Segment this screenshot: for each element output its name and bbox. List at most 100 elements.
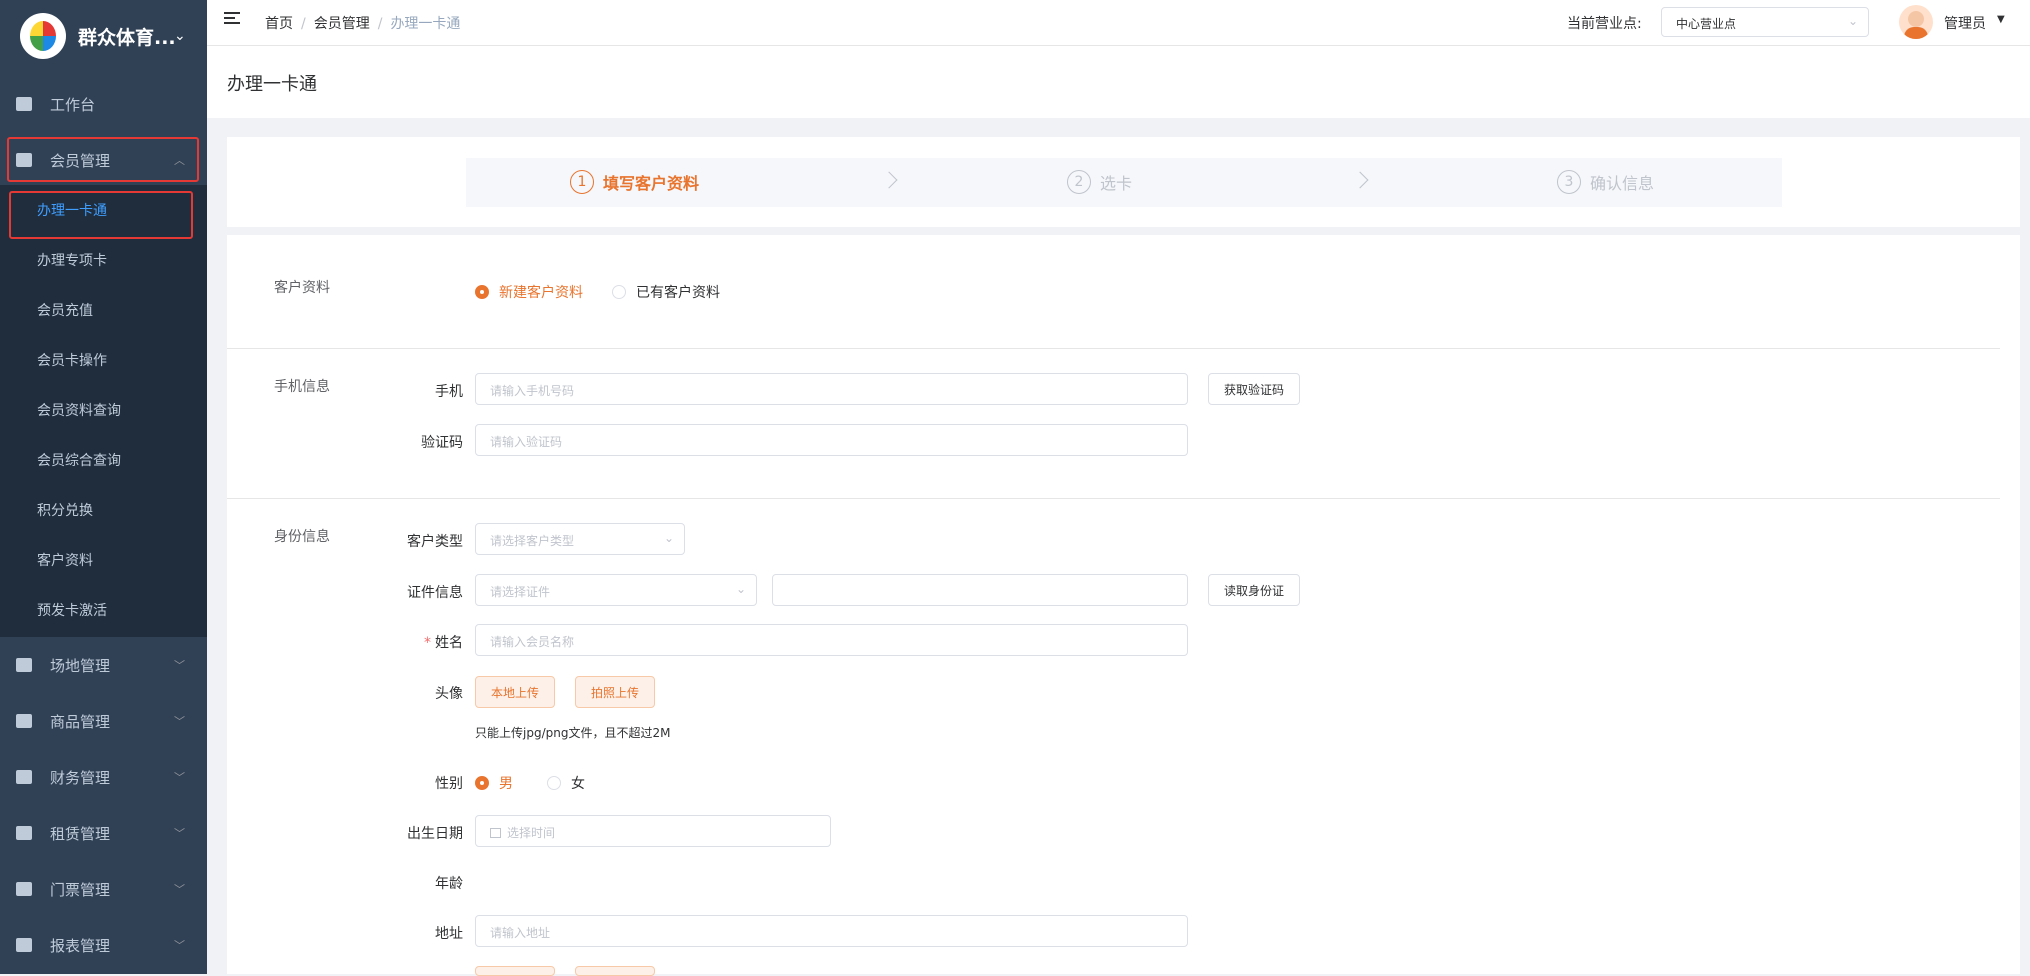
radio-existing-customer[interactable]: 已有客户资料	[612, 282, 720, 302]
page-header: 办理一卡通	[207, 46, 2030, 118]
highlight-box-one-card	[9, 191, 193, 239]
radio-new-customer[interactable]: 新建客户资料	[475, 282, 583, 302]
radio-dot	[475, 776, 489, 790]
submenu-item-combined-query[interactable]: 会员综合查询	[0, 435, 207, 485]
submenu-item-special-card[interactable]: 办理专项卡	[0, 235, 207, 285]
outlet-label: 当前营业点:	[1567, 16, 1642, 32]
top-header: 首页 / 会员管理 / 办理一卡通 当前营业点: 中心营业点 ⌄ 管理员 ▼	[207, 0, 2030, 46]
breadcrumb-current: 办理一卡通	[390, 16, 461, 32]
name-label: * 姓名	[424, 635, 463, 651]
submenu-item-preissue[interactable]: 预发卡激活	[0, 585, 207, 635]
radio-dot	[612, 285, 626, 299]
hamburger-icon[interactable]	[224, 12, 240, 26]
submenu-item-points[interactable]: 积分兑换	[0, 485, 207, 535]
chevron-down-icon: ﹀	[174, 883, 185, 896]
radio-dot	[547, 776, 561, 790]
user-name[interactable]: 管理员	[1944, 13, 1986, 33]
radio-female[interactable]: 女	[547, 773, 585, 793]
chevron-down-icon: ﹀	[174, 827, 185, 840]
sidebar-item-dashboard[interactable]: 工作台	[0, 76, 207, 132]
phone-label: 手机	[435, 384, 463, 400]
chevron-down-icon: ﹀	[174, 659, 185, 672]
steps-bar: 1 填写客户资料 2 选卡 3 确认信息	[466, 158, 1782, 207]
breadcrumb: 首页 / 会员管理 / 办理一卡通	[265, 16, 461, 32]
submenu-item-recharge[interactable]: 会员充值	[0, 285, 207, 335]
finance-icon	[16, 770, 32, 784]
sidebar: 群众体育... ⌄ 工作台 会员管理 ︿ 办理一卡通 办理专项卡 会员充值 会员…	[0, 0, 207, 974]
step-select-card: 2 选卡	[1067, 170, 1132, 194]
radio-dot	[475, 285, 489, 299]
read-id-button[interactable]: 读取身份证	[1208, 574, 1300, 606]
code-input[interactable]: 请输入验证码	[475, 424, 1188, 456]
submenu-item-customer[interactable]: 客户资料	[0, 535, 207, 585]
divider	[227, 348, 2000, 349]
sidebar-item-label: 报表管理	[50, 936, 111, 955]
report-icon	[16, 938, 32, 952]
sidebar-item-label: 租赁管理	[50, 824, 111, 843]
radio-male[interactable]: 男	[475, 773, 513, 793]
sidebar-item-lease[interactable]: 租赁管理 ﹀	[0, 805, 207, 861]
member-submenu: 办理一卡通 办理专项卡 会员充值 会员卡操作 会员资料查询 会员综合查询 积分兑…	[0, 185, 207, 637]
highlight-box-member	[7, 137, 199, 182]
chevron-down-icon: ⌄	[1847, 14, 1858, 28]
cust-type-label: 客户类型	[407, 534, 463, 550]
ticket-icon	[16, 882, 32, 896]
app-title: 群众体育...	[78, 26, 176, 49]
divider	[227, 498, 2000, 499]
step-fill-info: 1 填写客户资料	[570, 170, 699, 194]
sidebar-item-label: 财务管理	[50, 768, 111, 787]
outlet-select[interactable]: 中心营业点 ⌄	[1661, 7, 1869, 37]
chevron-down-icon: ⌄	[735, 582, 746, 596]
age-label: 年龄	[435, 876, 463, 892]
cert-label: 证件信息	[407, 585, 463, 601]
sidebar-item-finance[interactable]: 财务管理 ﹀	[0, 749, 207, 805]
venue-icon	[16, 658, 32, 672]
lease-icon	[16, 826, 32, 840]
steps-card: 1 填写客户资料 2 选卡 3 确认信息	[227, 137, 2020, 227]
sidebar-item-report[interactable]: 报表管理 ﹀	[0, 917, 207, 973]
address-label: 地址	[435, 926, 463, 942]
avatar-label: 头像	[435, 686, 463, 702]
cust-type-select[interactable]: 请选择客户类型 ⌄	[475, 523, 685, 555]
sidebar-item-label: 门票管理	[50, 880, 111, 899]
cert-number-input[interactable]	[772, 574, 1188, 606]
phone-input[interactable]: 请输入手机号码	[475, 373, 1188, 405]
section-identity: 身份信息	[274, 529, 330, 545]
sidebar-item-venue[interactable]: 场地管理 ﹀	[0, 637, 207, 693]
birth-label: 出生日期	[407, 826, 463, 842]
submenu-item-member-query[interactable]: 会员资料查询	[0, 385, 207, 435]
sidebar-item-label: 场地管理	[50, 656, 111, 675]
photo-upload-button[interactable]: 拍照上传	[575, 676, 655, 708]
caret-down-icon[interactable]: ▼	[1997, 14, 2005, 25]
sidebar-item-goods[interactable]: 商品管理 ﹀	[0, 693, 207, 749]
step-arrow-icon	[1351, 171, 1369, 189]
gender-label: 性别	[435, 776, 463, 792]
section-customer: 客户资料	[274, 280, 330, 296]
address-input[interactable]: 请输入地址	[475, 915, 1188, 947]
form-card: 客户资料 新建客户资料 已有客户资料 手机信息 手机 请输入手机号码 获取验证码…	[227, 235, 2020, 976]
page-title: 办理一卡通	[227, 74, 317, 95]
local-upload-button[interactable]: 本地上传	[475, 676, 555, 708]
chevron-down-icon[interactable]: ⌄	[174, 28, 186, 44]
goods-icon	[16, 714, 32, 728]
photo-upload-button[interactable]	[575, 966, 655, 976]
submenu-item-card-ops[interactable]: 会员卡操作	[0, 335, 207, 385]
name-input[interactable]: 请输入会员名称	[475, 624, 1188, 656]
sidebar-item-ticket[interactable]: 门票管理 ﹀	[0, 861, 207, 917]
avatar[interactable]	[1899, 5, 1933, 39]
chevron-down-icon: ﹀	[174, 939, 185, 952]
get-code-button[interactable]: 获取验证码	[1208, 373, 1300, 405]
chevron-down-icon: ﹀	[174, 715, 185, 728]
cert-type-select[interactable]: 请选择证件 ⌄	[475, 574, 757, 606]
app-logo	[20, 13, 66, 59]
breadcrumb-member[interactable]: 会员管理	[314, 16, 370, 32]
upload-hint: 只能上传jpg/png文件，且不超过2M	[475, 726, 671, 740]
code-label: 验证码	[421, 435, 463, 451]
sidebar-item-label: 工作台	[50, 95, 96, 114]
step-confirm: 3 确认信息	[1557, 170, 1654, 194]
local-upload-button[interactable]	[475, 966, 555, 976]
chevron-down-icon: ﹀	[174, 771, 185, 784]
breadcrumb-home[interactable]: 首页	[265, 16, 293, 32]
step-arrow-icon	[880, 171, 898, 189]
birth-date-input[interactable]: 选择时间	[475, 815, 831, 847]
